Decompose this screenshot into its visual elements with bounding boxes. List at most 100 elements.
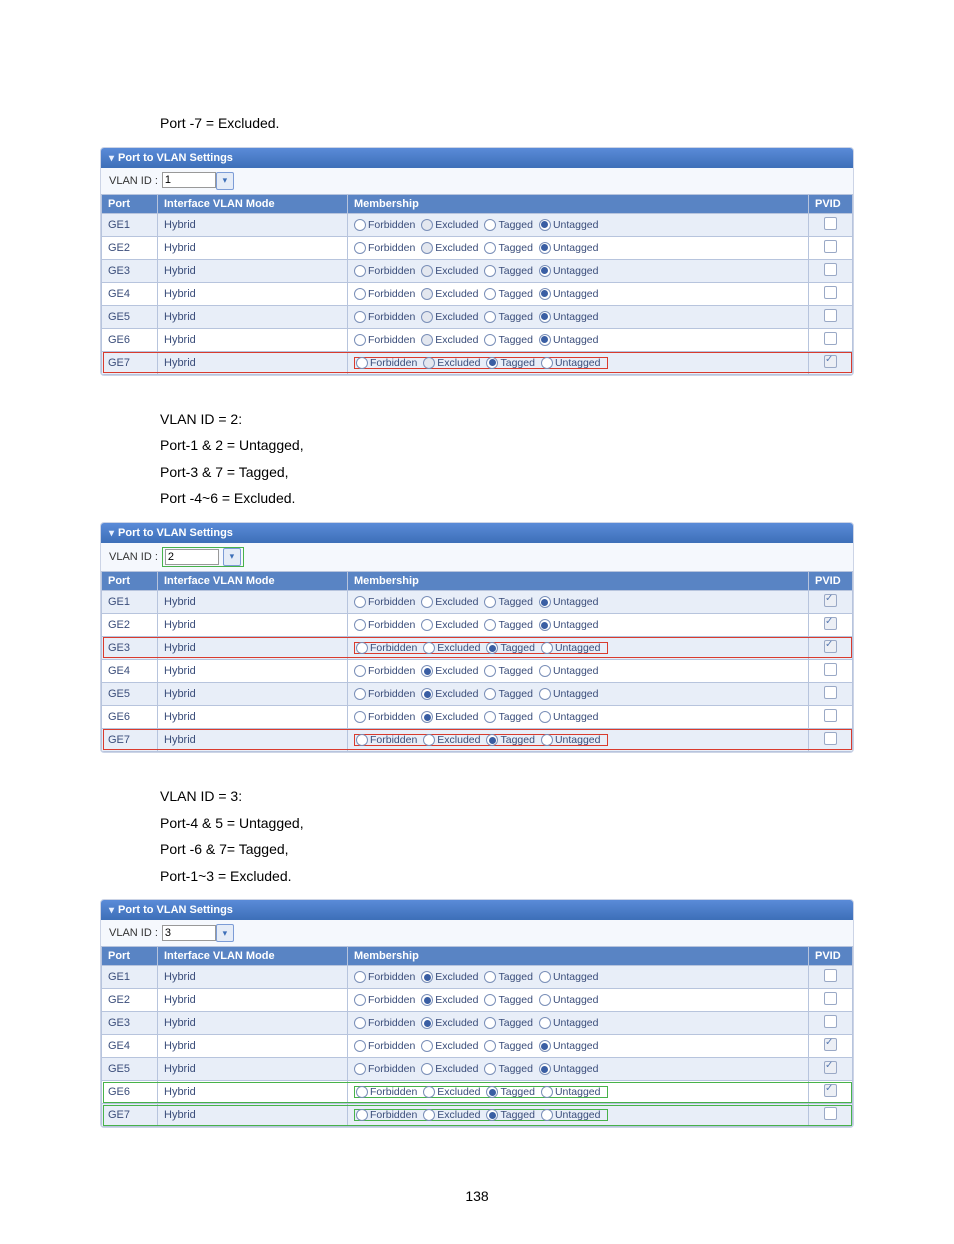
radio-forbidden[interactable] [354, 619, 366, 631]
radio-untagged[interactable] [539, 265, 551, 277]
vlan-id-input[interactable] [162, 925, 216, 941]
panel-header[interactable]: ▾Port to VLAN Settings [101, 900, 853, 920]
radio-untagged[interactable] [539, 1040, 551, 1052]
pvid-checkbox[interactable] [824, 263, 837, 276]
pvid-checkbox[interactable] [824, 992, 837, 1005]
radio-untagged[interactable] [539, 994, 551, 1006]
pvid-checkbox[interactable] [824, 309, 837, 322]
pvid-checkbox[interactable] [824, 709, 837, 722]
radio-excluded[interactable] [423, 734, 435, 746]
radio-tagged[interactable] [484, 994, 496, 1006]
radio-excluded[interactable] [421, 1063, 433, 1075]
radio-tagged[interactable] [484, 219, 496, 231]
radio-tagged[interactable] [484, 619, 496, 631]
panel-header[interactable]: ▾Port to VLAN Settings [101, 148, 853, 168]
radio-forbidden[interactable] [356, 1086, 368, 1098]
radio-untagged[interactable] [539, 596, 551, 608]
radio-tagged[interactable] [486, 1086, 498, 1098]
radio-forbidden[interactable] [354, 311, 366, 323]
radio-tagged[interactable] [486, 1109, 498, 1121]
radio-untagged[interactable] [541, 1086, 553, 1098]
radio-tagged[interactable] [484, 242, 496, 254]
radio-forbidden[interactable] [356, 357, 368, 369]
radio-forbidden[interactable] [354, 971, 366, 983]
radio-untagged[interactable] [539, 619, 551, 631]
vlan-id-select-button[interactable]: ▾ [216, 924, 234, 942]
radio-untagged[interactable] [541, 1109, 553, 1121]
radio-excluded[interactable] [421, 711, 433, 723]
radio-tagged[interactable] [486, 734, 498, 746]
radio-tagged[interactable] [484, 596, 496, 608]
radio-untagged[interactable] [539, 1063, 551, 1075]
radio-tagged[interactable] [486, 357, 498, 369]
radio-untagged[interactable] [539, 971, 551, 983]
radio-tagged[interactable] [484, 334, 496, 346]
pvid-checkbox[interactable] [824, 732, 837, 745]
radio-forbidden[interactable] [356, 734, 368, 746]
radio-untagged[interactable] [539, 311, 551, 323]
radio-forbidden[interactable] [354, 334, 366, 346]
radio-untagged[interactable] [539, 242, 551, 254]
radio-untagged[interactable] [539, 665, 551, 677]
radio-untagged[interactable] [539, 288, 551, 300]
radio-tagged[interactable] [484, 971, 496, 983]
pvid-checkbox[interactable] [824, 686, 837, 699]
radio-tagged[interactable] [484, 1063, 496, 1075]
radio-untagged[interactable] [539, 334, 551, 346]
radio-forbidden[interactable] [354, 265, 366, 277]
radio-tagged[interactable] [484, 311, 496, 323]
radio-tagged[interactable] [484, 688, 496, 700]
radio-tagged[interactable] [484, 665, 496, 677]
radio-forbidden[interactable] [354, 1063, 366, 1075]
radio-forbidden[interactable] [354, 711, 366, 723]
radio-excluded[interactable] [423, 642, 435, 654]
radio-forbidden[interactable] [354, 665, 366, 677]
pvid-checkbox[interactable] [824, 217, 837, 230]
radio-tagged[interactable] [484, 1040, 496, 1052]
vlan-id-select-button[interactable]: ▾ [216, 172, 234, 190]
radio-excluded[interactable] [421, 665, 433, 677]
pvid-checkbox[interactable] [824, 969, 837, 982]
radio-forbidden[interactable] [354, 242, 366, 254]
radio-tagged[interactable] [484, 1017, 496, 1029]
radio-forbidden[interactable] [356, 642, 368, 654]
pvid-checkbox[interactable] [824, 663, 837, 676]
radio-untagged[interactable] [539, 711, 551, 723]
panel-header[interactable]: ▾Port to VLAN Settings [101, 523, 853, 543]
radio-forbidden[interactable] [354, 994, 366, 1006]
radio-tagged[interactable] [484, 265, 496, 277]
radio-forbidden[interactable] [354, 288, 366, 300]
vlan-id-input[interactable] [165, 549, 219, 565]
radio-forbidden[interactable] [354, 219, 366, 231]
vlan-id-input[interactable] [162, 172, 216, 188]
radio-forbidden[interactable] [354, 1040, 366, 1052]
radio-untagged[interactable] [541, 734, 553, 746]
radio-forbidden[interactable] [354, 688, 366, 700]
radio-excluded[interactable] [423, 1109, 435, 1121]
radio-forbidden[interactable] [354, 596, 366, 608]
radio-excluded[interactable] [421, 619, 433, 631]
radio-excluded[interactable] [421, 971, 433, 983]
radio-untagged[interactable] [541, 357, 553, 369]
radio-excluded[interactable] [421, 1040, 433, 1052]
radio-untagged[interactable] [539, 219, 551, 231]
radio-excluded[interactable] [421, 688, 433, 700]
pvid-checkbox[interactable] [824, 1107, 837, 1120]
radio-tagged[interactable] [486, 642, 498, 654]
radio-excluded[interactable] [423, 1086, 435, 1098]
pvid-checkbox[interactable] [824, 1015, 837, 1028]
radio-excluded[interactable] [421, 994, 433, 1006]
radio-tagged[interactable] [484, 288, 496, 300]
radio-forbidden[interactable] [354, 1017, 366, 1029]
radio-excluded[interactable] [421, 596, 433, 608]
pvid-checkbox[interactable] [824, 332, 837, 345]
pvid-checkbox[interactable] [824, 240, 837, 253]
radio-tagged[interactable] [484, 711, 496, 723]
radio-forbidden[interactable] [356, 1109, 368, 1121]
radio-untagged[interactable] [539, 688, 551, 700]
radio-excluded[interactable] [421, 1017, 433, 1029]
vlan-id-select-button[interactable]: ▾ [223, 548, 241, 566]
radio-untagged[interactable] [539, 1017, 551, 1029]
radio-untagged[interactable] [541, 642, 553, 654]
pvid-checkbox[interactable] [824, 286, 837, 299]
